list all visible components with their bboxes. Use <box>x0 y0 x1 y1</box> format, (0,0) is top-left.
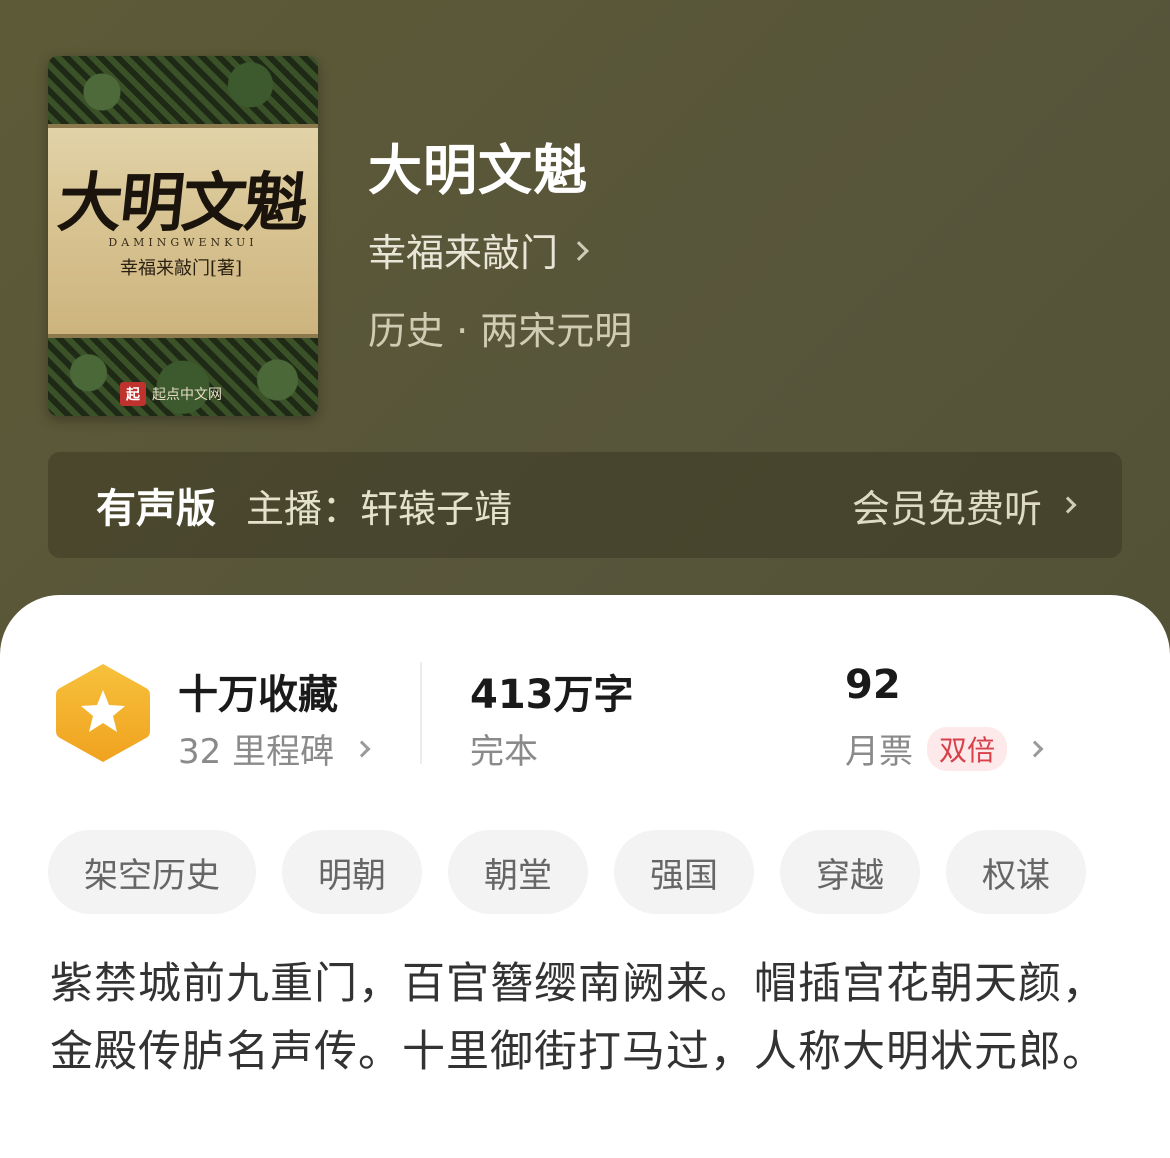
book-synopsis[interactable]: 紫禁城前九重门，百官簪缨南阙来。帽插宫花朝天颜，金殿传胪名声传。十里御街打马过，… <box>50 950 1130 1086</box>
monthly-ticket-link[interactable]: 月票 双倍 <box>845 724 1044 773</box>
chevron-right-icon <box>353 740 371 757</box>
audio-version-bar[interactable]: 有声版 主播：轩辕子靖 会员免费听 <box>48 452 1122 558</box>
word-count: 413万字 <box>470 672 634 718</box>
tag-chip[interactable]: 朝堂 <box>448 830 588 914</box>
audio-label: 有声版 <box>96 486 216 532</box>
audio-host: 主播：轩辕子靖 <box>246 486 513 531</box>
author-link[interactable]: 幸福来敲门 <box>368 222 589 277</box>
publisher-name: 起点中文网 <box>152 387 222 403</box>
listen-free-label: 会员免费听 <box>851 486 1042 531</box>
milestone-link[interactable]: 32 里程碑 <box>178 724 371 773</box>
tag-list: 架空历史 明朝 朝堂 强国 穿越 权谋 <box>48 830 1086 914</box>
cover-title: 大明文魁 <box>54 166 311 241</box>
cover-pinyin: DAMINGWENKUI <box>108 236 258 249</box>
completion-status: 完本 <box>470 724 538 773</box>
chevron-right-icon <box>569 240 589 261</box>
collection-count: 十万收藏 <box>178 672 338 718</box>
tag-chip[interactable]: 强国 <box>614 830 754 914</box>
tag-chip[interactable]: 穿越 <box>780 830 920 914</box>
completion-label: 完本 <box>470 732 538 772</box>
book-category: 历史 · 两宋元明 <box>368 309 633 353</box>
tag-chip[interactable]: 架空历史 <box>48 830 256 914</box>
monthly-ticket-label: 月票 <box>845 732 913 772</box>
listen-free-button[interactable]: 会员免费听 <box>851 478 1077 533</box>
book-title: 大明文魁 <box>368 139 588 202</box>
author-name: 幸福来敲门 <box>368 231 559 275</box>
tag-chip[interactable]: 明朝 <box>282 830 422 914</box>
publisher-logo-icon: 起 <box>120 382 146 406</box>
double-badge: 双倍 <box>927 726 1008 771</box>
milestone-label: 32 里程碑 <box>178 732 335 772</box>
cover-author: 幸福来敲门[著] <box>120 258 243 279</box>
monthly-ticket-count: 92 <box>845 662 901 708</box>
tag-chip[interactable]: 权谋 <box>946 830 1086 914</box>
star-badge-icon <box>56 664 150 762</box>
stats-divider <box>420 662 422 764</box>
book-cover[interactable]: 大明文魁 DAMINGWENKUI 幸福来敲门[著] 起 起点中文网 <box>48 56 318 416</box>
publisher-logo: 起 起点中文网 <box>120 382 222 406</box>
book-header: 大明文魁 DAMINGWENKUI 幸福来敲门[著] 起 起点中文网 大明文魁 … <box>0 0 1170 640</box>
chevron-right-icon <box>1026 740 1044 757</box>
chevron-right-icon <box>1059 496 1077 514</box>
